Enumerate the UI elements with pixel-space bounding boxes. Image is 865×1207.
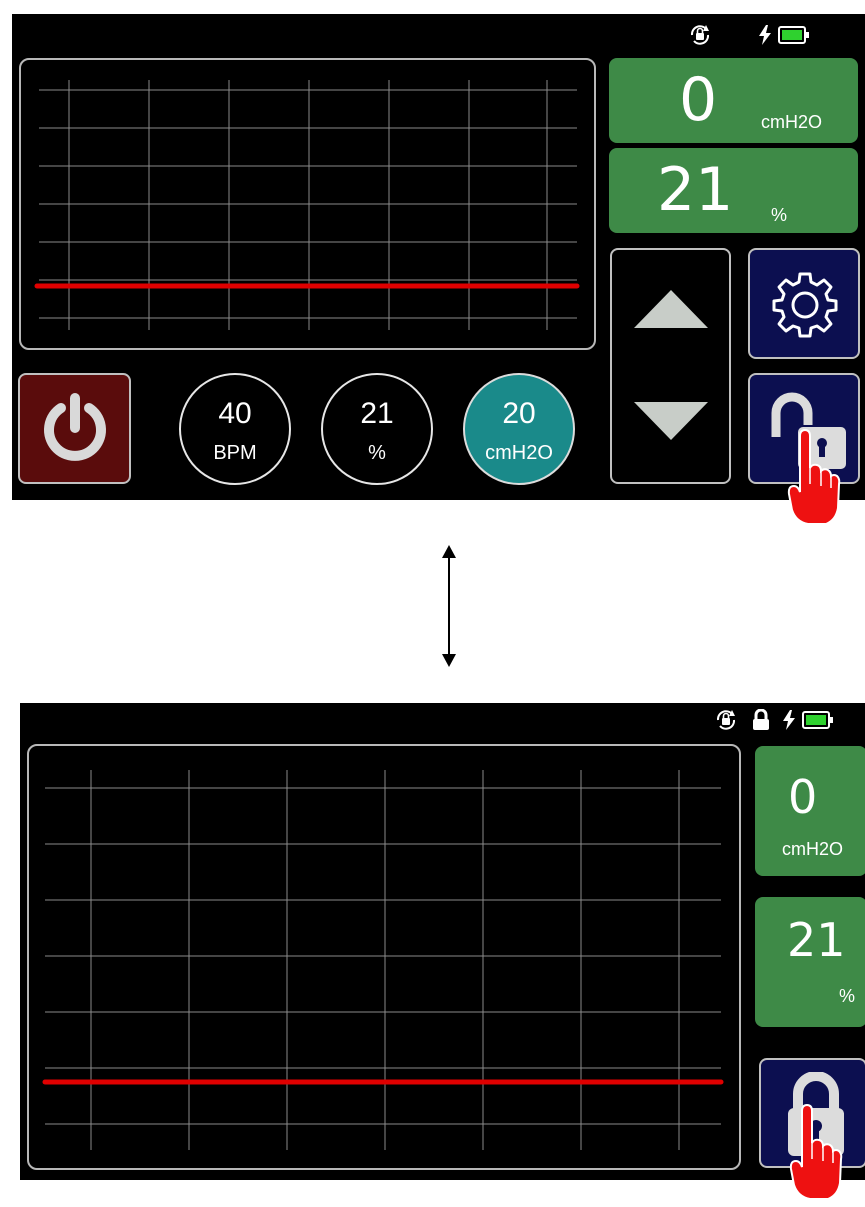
transition-arrow-icon [442, 545, 456, 667]
oxygen-value: 21 [657, 155, 734, 225]
oxygen-unit: % [771, 205, 788, 225]
charging-bolt-icon [759, 25, 771, 45]
waveform-grid [42, 770, 724, 1150]
pointing-hand-icon [787, 428, 841, 525]
settings-button[interactable] [748, 248, 860, 359]
pressure-setting-unit: cmH2O [485, 442, 553, 464]
rate-setting-knob[interactable]: 40 BPM [179, 373, 291, 485]
lock-icon [753, 709, 769, 730]
battery-icon [778, 26, 809, 44]
status-bar [688, 24, 810, 46]
arrow-down-icon[interactable] [634, 400, 708, 440]
power-icon [44, 393, 106, 461]
pressure-readout: 0 cmH2O [609, 58, 858, 143]
adjust-arrows-panel [610, 248, 731, 484]
pressure-unit: cmH2O [782, 839, 844, 859]
pressure-setting-knob[interactable]: 20 cmH2O [463, 373, 575, 485]
oxygen-setting-value: 21 [360, 397, 394, 430]
pressure-value: 0 [679, 65, 718, 135]
rate-setting-unit: BPM [213, 442, 257, 464]
arrow-up-icon[interactable] [634, 290, 708, 330]
pressure-unit: cmH2O [761, 112, 823, 132]
pressure-setting-value: 20 [502, 397, 536, 430]
oxygen-readout: 21 % [609, 148, 858, 233]
ventilator-screen-locked: 0 cmH2O 21 % [20, 703, 865, 1180]
ventilator-screen-unlocked: 0 cmH2O 21 % 40 BPM 21 % 20 cmH2O [12, 14, 865, 500]
waveform-grid [34, 80, 580, 330]
oxygen-setting-knob[interactable]: 21 % [321, 373, 433, 485]
status-bar [714, 709, 834, 731]
pressure-value: 0 [788, 770, 818, 824]
gear-icon [772, 272, 838, 338]
rate-setting-value: 40 [218, 397, 252, 430]
oxygen-setting-unit: % [368, 442, 386, 464]
oxygen-readout: 21 % [755, 897, 865, 1027]
pointing-hand-icon [789, 1103, 843, 1200]
oxygen-unit: % [839, 986, 856, 1006]
battery-icon [802, 711, 833, 729]
pressure-readout: 0 cmH2O [755, 746, 865, 876]
rotation-lock-icon [690, 25, 710, 45]
waveform-graph [27, 744, 741, 1170]
charging-bolt-icon [783, 710, 795, 730]
power-button[interactable] [18, 373, 131, 484]
oxygen-value: 21 [787, 913, 846, 967]
rotation-lock-icon [716, 710, 736, 730]
waveform-graph [19, 58, 596, 350]
